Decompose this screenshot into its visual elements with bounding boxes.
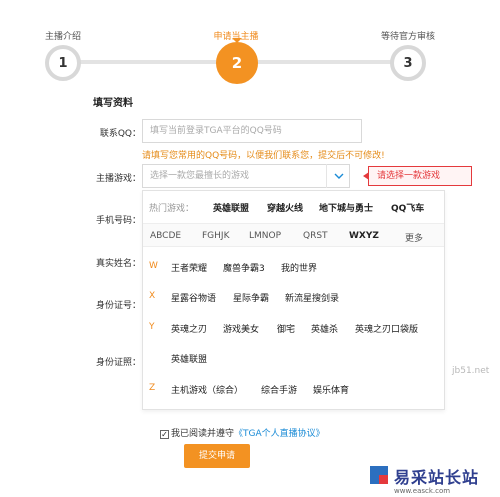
step-line-right [238,60,410,64]
step-circle-3: 3 [390,45,426,81]
letter-tab-active[interactable]: WXYZ [349,231,379,241]
game-item[interactable]: 英雄杀 [311,322,338,335]
idnum-label: 身份证号： [95,301,141,311]
step-label-1: 主播介绍 [44,32,81,42]
group-letter-x: X [149,291,156,301]
game-item[interactable]: 英雄联盟 [171,352,207,365]
site-logo: 易采站长站 www.easck.com [364,462,500,497]
logo-url: www.easck.com [394,487,451,495]
letter-tabs: ABCDE FGHJK LMNOP QRST WXYZ 更多 [143,223,444,247]
agreement: ✓ 我已阅读并遵守《TGA个人直播协议》 [160,426,325,439]
step-line-left [66,60,236,64]
game-item[interactable]: 我的世界 [281,261,317,274]
hot-game-item[interactable]: 英雄联盟 [213,201,249,214]
hot-games-row: 热门游戏： 英雄联盟 穿越火线 地下城与勇士 QQ飞车 [143,191,444,219]
hot-game-item[interactable]: 地下城与勇士 [319,201,373,214]
game-item[interactable]: 英魂之刃 [171,322,207,335]
phone-label: 手机号码： [95,216,141,226]
game-item[interactable]: 娱乐体育 [313,383,349,396]
game-item[interactable]: 星露谷物语 [171,291,216,304]
game-item[interactable]: 主机游戏（综合） [171,383,243,396]
group-letter-y: Y [149,322,155,332]
game-error-tip: 请选择一款游戏 [363,166,472,186]
hot-games-title: 热门游戏： [149,204,195,214]
idphoto-label: 身份证照： [95,358,141,368]
letter-tab[interactable]: FGHJK [202,231,229,241]
group-letter-z: Z [149,383,156,393]
hot-game-item[interactable]: QQ飞车 [391,201,424,214]
qq-hint: 请填写您常用的QQ号码，以便我们联系您，提交后不可修改! [142,151,385,161]
game-item[interactable]: 游戏美女 [223,322,259,335]
agreement-link[interactable]: 《TGA个人直播协议》 [234,429,325,439]
letter-tab[interactable]: ABCDE [150,231,181,241]
watermark: jb51.net [452,366,490,376]
step-circle-1: 1 [45,45,81,81]
group-letter-w: W [149,261,158,271]
step-circle-2: 2 [216,42,258,84]
letter-tab[interactable]: 更多 [405,231,423,244]
logo-text: 易采站长站 [394,468,480,487]
realname-label: 真实姓名： [95,259,141,269]
game-item[interactable]: 英魂之刃口袋版 [355,322,418,335]
section-title: 填写资料 [93,98,133,109]
game-item[interactable]: 御宅 [277,322,295,335]
letter-tab[interactable]: QRST [303,231,328,241]
game-dropdown: 热门游戏： 英雄联盟 穿越火线 地下城与勇士 QQ飞车 ABCDE FGHJK … [142,190,445,410]
step-label-3: 等待官方审核 [380,32,435,42]
game-item[interactable]: 新流星搜剑录 [285,291,339,304]
chevron-down-icon[interactable] [326,164,350,188]
qq-input[interactable]: 填写当前登录TGA平台的QQ号码 [142,119,362,143]
letter-tab[interactable]: LMNOP [249,231,281,241]
qq-label: 联系QQ： [99,129,141,139]
game-item[interactable]: 星际争霸 [233,291,269,304]
game-select[interactable]: 选择一款您最擅长的游戏 [142,164,350,188]
agreement-prefix: 我已阅读并遵守 [171,429,235,439]
submit-button[interactable]: 提交申请 [184,444,250,468]
agreement-checkbox[interactable]: ✓ [160,430,169,439]
hot-game-item[interactable]: 穿越火线 [267,201,303,214]
game-label: 主播游戏： [95,174,141,184]
game-item[interactable]: 综合手游 [261,383,297,396]
game-item[interactable]: 魔兽争霸3 [223,261,265,274]
game-item[interactable]: 王者荣耀 [171,261,207,274]
logo-icon [370,466,388,484]
